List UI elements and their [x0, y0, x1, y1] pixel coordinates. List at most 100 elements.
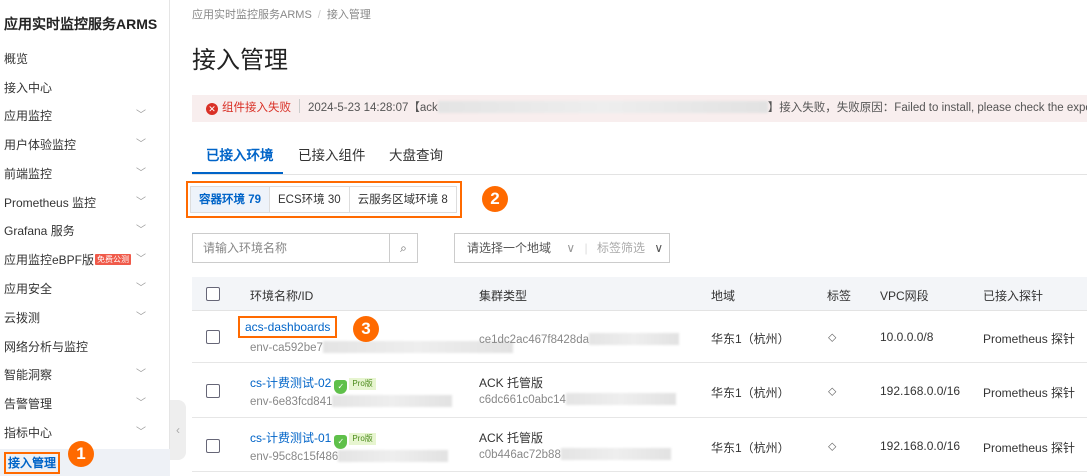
select-all-checkbox[interactable]: [206, 287, 220, 301]
env-id: env-6e83fcd841: [250, 395, 453, 408]
sidebar-item-ebpf[interactable]: 应用监控eBPF版 免费公测 ﹀: [4, 249, 164, 271]
sidebar-item-label: 云拨测: [4, 311, 41, 325]
sidebar-item-access-center[interactable]: 接入中心: [4, 77, 164, 99]
sidebar-item-label: 前端监控: [4, 167, 53, 181]
column-header: VPC网段: [880, 289, 929, 303]
column-header: 标签: [827, 289, 852, 303]
row-checkbox[interactable]: [206, 439, 220, 453]
sidebar-item-network[interactable]: 网络分析与监控: [4, 336, 164, 358]
env-id: env-ca592be7: [250, 341, 513, 354]
probe: Prometheus 探针: [983, 386, 1076, 400]
tag-icon[interactable]: ⬦: [828, 330, 836, 345]
error-alert: ✕ 组件接入失败 2024-5-23 14:28:07【ack 】接入失败，失败原因：…: [192, 95, 1087, 122]
table-header: 环境名称/ID 集群类型 地域 标签 VPC网段 已接入探针: [192, 277, 1087, 311]
region: 华东1（杭州）: [711, 441, 790, 455]
sidebar-item-label: 告警管理: [4, 397, 53, 411]
alert-message: 】接入失败，失败原因：Failed to install, please che…: [767, 102, 1087, 114]
sidebar-item-label: 概览: [4, 52, 29, 66]
env-id: env-95c8c15f486: [250, 450, 449, 463]
sidebar-item-label: 指标中心: [4, 426, 53, 440]
step-marker-2: 2: [482, 186, 508, 212]
sidebar-item-label: 应用安全: [4, 282, 53, 296]
tab-dashboard-query[interactable]: 大盘查询: [389, 144, 443, 164]
region-select[interactable]: 请选择一个地域: [467, 241, 551, 255]
step-marker-3: 3: [353, 316, 379, 342]
sidebar-title: 应用实时监控服务ARMS: [4, 16, 158, 32]
sidebar-item-ux-monitor[interactable]: 用户体验监控 ﹀: [4, 134, 164, 156]
column-header: 地域: [711, 289, 736, 303]
cluster-id: c0b446ac72b88: [479, 448, 671, 461]
probe: Prometheus 探针: [983, 441, 1076, 455]
env-search-input[interactable]: 请输入环境名称: [192, 233, 390, 263]
tag-filter[interactable]: 标签筛选: [597, 241, 645, 255]
sidebar-item-label: Prometheus 监控: [4, 196, 97, 210]
region-filter[interactable]: 请选择一个地域 ∨ | 标签筛选 ∨: [454, 233, 670, 263]
tabs: 已接入环境 已接入组件 大盘查询: [192, 138, 1087, 175]
segment-cloud-region-env[interactable]: 云服务区域环境 8: [348, 186, 457, 213]
search-icon: ⌕: [400, 241, 407, 255]
search-button[interactable]: ⌕: [389, 233, 418, 263]
sidebar-item-prometheus[interactable]: Prometheus 监控 ﹀: [4, 192, 164, 214]
chevron-down-icon: ﹀: [136, 398, 146, 409]
tag-icon[interactable]: ⬦: [828, 384, 836, 399]
chevron-down-icon: ﹀: [136, 369, 146, 380]
sidebar-item-label: 应用监控eBPF版: [4, 253, 95, 267]
sidebar-collapse-handle[interactable]: ‹: [170, 400, 186, 460]
breadcrumb-link[interactable]: 应用实时监控服务ARMS: [192, 9, 312, 21]
chevron-down-icon: ﹀: [136, 254, 146, 265]
active-tab-indicator: [192, 172, 283, 174]
env-name-link[interactable]: acs-dashboards: [238, 316, 338, 338]
sidebar-item-frontend-monitor[interactable]: 前端监控 ﹀: [4, 163, 164, 185]
pro-badge: Pro版: [349, 433, 376, 445]
sidebar-item-insights[interactable]: 智能洞察 ﹀: [4, 364, 164, 386]
table-row: cs-计费测试-01 ✓ Pro版 env-95c8c15f486 ACK 托管版 …: [192, 418, 1087, 472]
cluster-type: ACK 托管版: [479, 376, 544, 390]
sidebar-item-label: 接入中心: [4, 81, 53, 95]
vpc-cidr: 10.0.0.0/8: [880, 330, 934, 344]
chevron-down-icon: ﹀: [136, 110, 146, 121]
alert-cluster: 【ack: [408, 102, 438, 114]
segment-ecs-env[interactable]: ECS环境 30: [269, 186, 350, 213]
chevron-down-icon: ﹀: [136, 225, 146, 236]
sidebar-item-label: Grafana 服务: [4, 224, 75, 238]
column-header: 已接入探针: [983, 289, 1044, 303]
chevron-down-icon: ﹀: [136, 283, 146, 294]
alert-time: 2024-5-23 14:28:07: [308, 102, 409, 114]
error-icon: ✕: [206, 103, 218, 115]
alert-title: 组件接入失败: [222, 102, 291, 114]
tab-connected-envs[interactable]: 已接入环境: [206, 144, 274, 164]
sidebar-item-synthetic[interactable]: 云拨测 ﹀: [4, 307, 164, 329]
column-header: 环境名称/ID: [250, 289, 314, 303]
sidebar-item-app-monitor[interactable]: 应用监控 ﹀: [4, 105, 164, 127]
pro-shield-icon: ✓: [334, 380, 348, 394]
cluster-id: c6dc661c0abc14: [479, 393, 676, 406]
vpc-cidr: 192.168.0.0/16: [880, 439, 961, 453]
chevron-down-icon: ∨: [566, 241, 576, 255]
segment-container-env[interactable]: 容器环境 79: [190, 186, 270, 213]
row-checkbox[interactable]: [206, 384, 220, 398]
tab-connected-components[interactable]: 已接入组件: [298, 144, 366, 164]
env-name-link[interactable]: cs-计费测试-02 ✓ Pro版: [250, 374, 376, 394]
env-name-link[interactable]: cs-计费测试-01 ✓ Pro版: [250, 429, 376, 449]
chevron-down-icon: ﹀: [136, 168, 146, 179]
sidebar-item-label: 应用监控: [4, 109, 53, 123]
sidebar: 应用实时监控服务ARMS 概览 接入中心 应用监控 ﹀ 用户体验监控 ﹀ 前端监控 ﹀…: [0, 0, 170, 476]
table-row: acs-dashboards env-ca592be7 ce1dc2ac467f…: [192, 311, 1087, 363]
sidebar-item-label: 智能洞察: [4, 368, 53, 382]
region: 华东1（杭州）: [711, 332, 790, 346]
sidebar-item-alerts[interactable]: 告警管理 ﹀: [4, 393, 164, 415]
table-row: cs-计费测试-02 ✓ Pro版 env-6e83fcd841 ACK 托管版 c…: [192, 363, 1087, 418]
row-checkbox[interactable]: [206, 330, 220, 344]
chevron-down-icon: ∨: [654, 241, 664, 255]
vpc-cidr: 192.168.0.0/16: [880, 384, 961, 398]
sidebar-item-label: 接入管理: [4, 452, 61, 474]
cluster-id: ce1dc2ac467f8428da: [479, 333, 679, 346]
step-marker-1: 1: [68, 441, 94, 467]
sidebar-item-overview[interactable]: 概览: [4, 48, 164, 70]
chevron-down-icon: ﹀: [136, 139, 146, 150]
sidebar-item-grafana[interactable]: Grafana 服务 ﹀: [4, 220, 164, 242]
chevron-down-icon: ﹀: [136, 312, 146, 323]
breadcrumb-current: 接入管理: [326, 9, 371, 21]
tag-icon[interactable]: ⬦: [828, 439, 836, 454]
sidebar-item-app-security[interactable]: 应用安全 ﹀: [4, 278, 164, 300]
